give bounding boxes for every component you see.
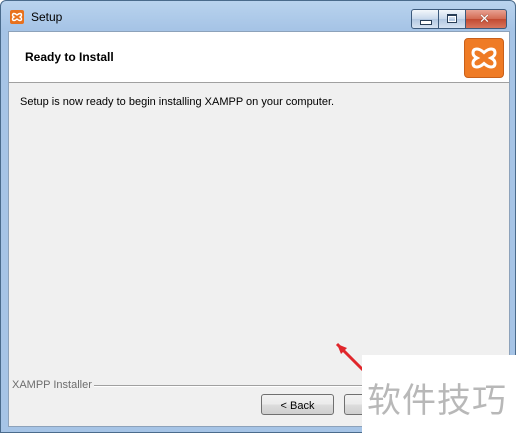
back-button[interactable]: < Back (261, 394, 334, 415)
title-bar[interactable]: Setup ✕ (1, 1, 515, 31)
close-icon: ✕ (479, 11, 490, 26)
minimize-button[interactable] (411, 9, 439, 29)
xampp-logo-icon (10, 10, 24, 24)
watermark-text: 软件技巧 (367, 381, 507, 421)
watermark-overlay: 软件技巧 (362, 355, 516, 433)
window-title: Setup (31, 10, 63, 24)
minimize-icon (420, 20, 432, 25)
caption-buttons: ✕ (411, 9, 507, 29)
wizard-header: Ready to Install (9, 32, 509, 83)
installer-group-label: XAMPP Installer (12, 379, 94, 391)
xampp-logo-icon (464, 38, 504, 78)
maximize-button[interactable] (439, 9, 466, 29)
maximize-icon (447, 14, 457, 23)
ready-message: Setup is now ready to begin installing X… (20, 96, 335, 108)
close-button[interactable]: ✕ (466, 9, 507, 29)
page-title: Ready to Install (25, 50, 114, 64)
